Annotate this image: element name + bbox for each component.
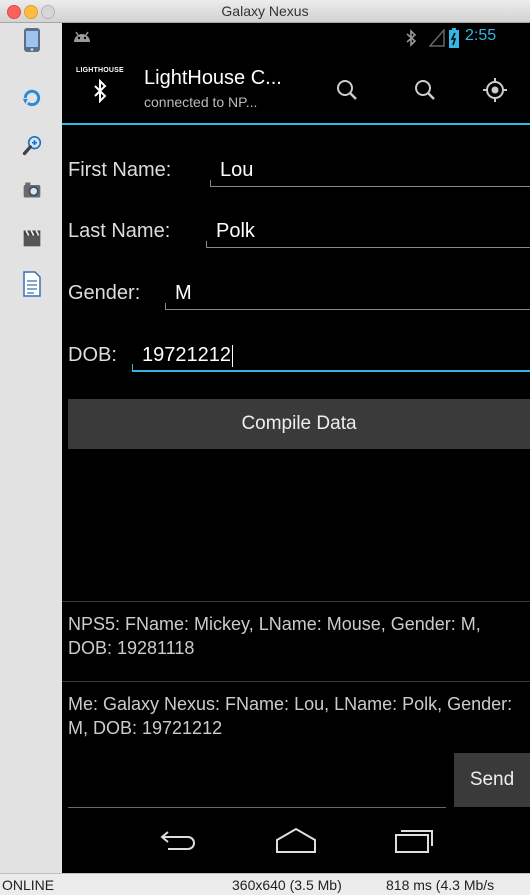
home-icon bbox=[276, 827, 316, 853]
search-icon bbox=[337, 80, 357, 100]
back-button[interactable] bbox=[153, 822, 203, 858]
field-edge bbox=[165, 303, 166, 309]
target-icon bbox=[483, 78, 507, 102]
field-edge bbox=[210, 180, 211, 186]
back-icon bbox=[160, 831, 195, 850]
status-time: 2:55 bbox=[465, 27, 497, 44]
dob-input[interactable]: 19721212 bbox=[132, 338, 530, 372]
status-bar: 2:55 bbox=[62, 23, 530, 53]
action-bar: LIGHTHOUSE LightHouse C... connected to … bbox=[62, 53, 530, 123]
gender-label: Gender: bbox=[68, 282, 141, 304]
emulator-status-bar: ONLINE 360x640 (3.5 Mb) 818 ms (4.3 Mb/s bbox=[0, 873, 530, 895]
message-item: NPS5: FName: Mickey, LName: Mouse, Gende… bbox=[62, 601, 530, 682]
device-screen: 2:55 LIGHTHOUSE LightHouse C... connecte… bbox=[62, 23, 530, 873]
signal-icon bbox=[428, 28, 445, 52]
last-name-label: Last Name: bbox=[68, 220, 171, 242]
send-message-input[interactable] bbox=[68, 769, 446, 808]
window-title: Galaxy Nexus bbox=[221, 3, 309, 19]
message-text: Me: Galaxy Nexus: FName: Lou, LName: Pol… bbox=[68, 694, 513, 738]
connection-status: ONLINE bbox=[2, 877, 55, 893]
app-logo[interactable]: LIGHTHOUSE bbox=[76, 67, 134, 113]
discoverable-button[interactable] bbox=[472, 67, 518, 113]
camera-icon[interactable] bbox=[22, 179, 42, 201]
first-name-input[interactable]: Lou bbox=[210, 153, 530, 187]
search-button[interactable] bbox=[324, 67, 370, 113]
first-name-value: Lou bbox=[220, 159, 254, 181]
device-icon[interactable] bbox=[22, 28, 42, 52]
android-debug-icon bbox=[72, 29, 92, 48]
resolution-info: 360x640 (3.5 Mb) bbox=[232, 877, 342, 893]
main-content: First Name: Lou Last Name: Polk Gender: … bbox=[62, 125, 530, 833]
document-icon[interactable] bbox=[22, 271, 42, 297]
zoom-icon[interactable] bbox=[22, 135, 42, 157]
message-text: NPS5: FName: Mickey, LName: Mouse, Gende… bbox=[68, 614, 481, 658]
bluetooth-status-icon bbox=[405, 29, 417, 52]
gender-input[interactable]: M bbox=[165, 276, 530, 310]
send-button[interactable]: Send bbox=[454, 753, 530, 807]
app-subtitle: connected to NP... bbox=[144, 94, 258, 110]
first-name-label: First Name: bbox=[68, 159, 172, 181]
app-title: LightHouse C... bbox=[144, 67, 282, 89]
battery-icon bbox=[449, 28, 459, 53]
emulator-toolbar bbox=[0, 23, 63, 873]
app-logo-text: LIGHTHOUSE bbox=[76, 67, 124, 74]
bluetooth-icon bbox=[94, 79, 107, 103]
field-edge bbox=[206, 241, 207, 247]
navigation-bar bbox=[62, 810, 530, 873]
window-titlebar: Galaxy Nexus bbox=[0, 0, 530, 23]
last-name-input[interactable]: Polk bbox=[206, 214, 530, 248]
field-edge bbox=[132, 364, 133, 370]
search-secure-button[interactable] bbox=[402, 67, 448, 113]
dob-value: 19721212 bbox=[142, 344, 231, 366]
recent-apps-button[interactable] bbox=[389, 822, 439, 858]
home-button[interactable] bbox=[271, 822, 321, 858]
dob-label: DOB: bbox=[68, 344, 117, 366]
last-name-value: Polk bbox=[216, 220, 255, 242]
recent-apps-icon bbox=[395, 830, 433, 853]
timing-info: 818 ms (4.3 Mb/s bbox=[386, 877, 495, 893]
text-cursor bbox=[231, 344, 233, 367]
compile-data-button[interactable]: Compile Data bbox=[68, 399, 530, 449]
video-icon[interactable] bbox=[22, 227, 42, 249]
search-icon bbox=[415, 80, 435, 100]
gender-value: M bbox=[175, 282, 192, 304]
rotate-icon[interactable] bbox=[22, 87, 42, 109]
